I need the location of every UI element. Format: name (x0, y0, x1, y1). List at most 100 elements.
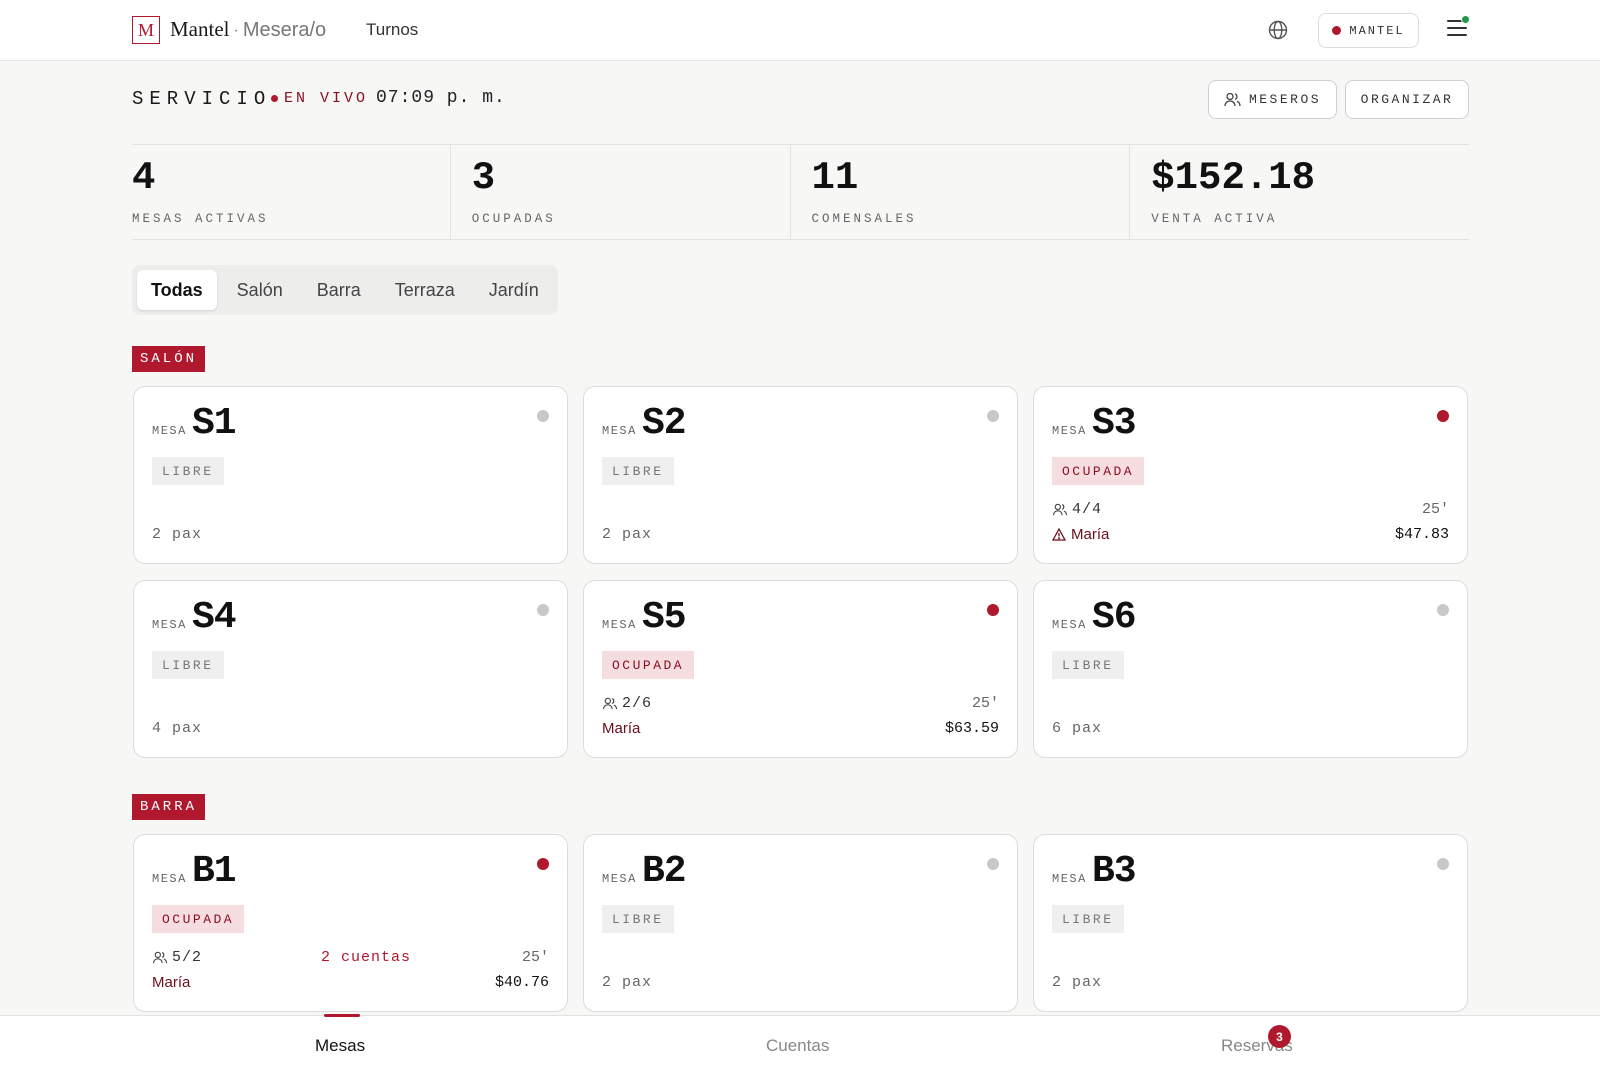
tab-barra[interactable]: Barra (303, 270, 375, 310)
status-badge: LIBRE (152, 651, 224, 679)
table-amount: $40.76 (494, 974, 549, 991)
status-dot (1437, 604, 1449, 616)
waiter: María (152, 974, 190, 991)
tab-jardin[interactable]: Jardín (475, 270, 553, 310)
active-tab-indicator (324, 1014, 360, 1017)
table-capacity: 2 pax (1052, 974, 1103, 991)
organizar-button[interactable]: ORGANIZAR (1345, 80, 1469, 119)
stat-value: 4 (132, 156, 156, 200)
zone-tabs: Todas Salón Barra Terraza Jardín (132, 265, 558, 315)
brand-name: Mantel (170, 17, 230, 41)
mesa-label: MESA (1052, 618, 1087, 632)
tab-terraza[interactable]: Terraza (381, 270, 469, 310)
table-id: S1 (192, 402, 237, 445)
table-card-s1[interactable]: MESA S1 LIBRE 2 pax (133, 386, 568, 564)
guests-icon (602, 697, 618, 710)
reservas-count-badge: 3 (1268, 1025, 1291, 1048)
top-bar: M Mantel · Mesera/o Turnos MANTEL (0, 0, 1600, 61)
table-amount: $47.83 (1394, 526, 1449, 543)
stat-mesas-activas: 4 MESAS ACTIVAS (132, 145, 451, 239)
mesa-label: MESA (152, 618, 187, 632)
elapsed-minutes: 25' (971, 695, 999, 712)
mesa-label: MESA (602, 872, 637, 886)
occupancy: 5/2 (152, 949, 202, 966)
waiter: María (602, 720, 640, 737)
status-badge: OCUPADA (602, 651, 695, 679)
status-badge: OCUPADA (152, 905, 245, 933)
globe-icon[interactable] (1268, 20, 1288, 40)
status-badge: OCUPADA (1052, 457, 1145, 485)
table-card-b2[interactable]: MESA B2 LIBRE 2 pax (583, 834, 1018, 1012)
occupancy-value: 4/4 (1072, 501, 1103, 518)
section-tag-barra: BARRA (132, 794, 206, 820)
brand-separator: · (233, 23, 239, 40)
stat-ocupadas: 3 OCUPADAS (451, 145, 791, 239)
meseros-button[interactable]: MESEROS (1208, 80, 1337, 119)
tab-salon[interactable]: Salón (223, 270, 297, 310)
table-amount: $63.59 (944, 720, 999, 737)
stat-label: VENTA ACTIVA (1151, 212, 1278, 226)
stat-value: $152.18 (1151, 156, 1316, 200)
table-id: S4 (192, 596, 237, 639)
stat-value: 3 (471, 156, 496, 200)
waiter-name: María (1071, 526, 1110, 543)
status-dot (987, 604, 999, 616)
bottom-nav-mesas[interactable]: Mesas (315, 1036, 365, 1056)
mantel-logo[interactable]: M (132, 16, 160, 44)
live-indicator: EN VIVO (271, 90, 368, 107)
table-id: S2 (642, 402, 687, 445)
tab-todas[interactable]: Todas (137, 270, 217, 310)
guests-icon (1052, 503, 1068, 516)
table-capacity: 2 pax (152, 526, 203, 543)
status-dot (1437, 858, 1449, 870)
table-card-s2[interactable]: MESA S2 LIBRE 2 pax (583, 386, 1018, 564)
table-card-b1[interactable]: MESA B1 OCUPADA 5/2 2 cuentas 25' María … (133, 834, 568, 1012)
live-label: EN VIVO (284, 90, 369, 107)
waiter-name: María (152, 974, 191, 991)
guests-icon (152, 951, 168, 964)
bottom-nav-cuentas[interactable]: Cuentas (766, 1036, 829, 1056)
status-badge: LIBRE (1052, 905, 1124, 933)
waiter-name: María (602, 720, 641, 737)
status-dot (1437, 410, 1449, 422)
table-id: S6 (1092, 596, 1137, 639)
table-id: B2 (642, 850, 687, 893)
stat-label: OCUPADAS (471, 212, 556, 226)
occupancy-value: 2/6 (622, 695, 653, 712)
table-card-s3[interactable]: MESA S3 OCUPADA 4/4 25' María $47.83 (1033, 386, 1468, 564)
status-badge: LIBRE (152, 457, 224, 485)
elapsed-minutes: 25' (521, 949, 549, 966)
live-dot (271, 95, 278, 102)
stat-label: COMENSALES (811, 212, 917, 226)
stat-comensales: 11 COMENSALES (791, 145, 1131, 239)
occupancy: 2/6 (602, 695, 652, 712)
table-id: S3 (1092, 402, 1137, 445)
status-badge: LIBRE (602, 457, 674, 485)
organizar-label: ORGANIZAR (1360, 92, 1454, 107)
table-card-b3[interactable]: MESA B3 LIBRE 2 pax (1033, 834, 1468, 1012)
meseros-label: MESEROS (1248, 92, 1322, 107)
split-bills-count: 2 cuentas (321, 949, 412, 966)
table-card-s4[interactable]: MESA S4 LIBRE 4 pax (133, 580, 568, 758)
stat-label: MESAS ACTIVAS (132, 212, 269, 226)
bottom-nav: Mesas Cuentas Reservas (0, 1014, 1600, 1075)
restaurant-selector-button[interactable]: MANTEL (1318, 13, 1419, 48)
waiter: María (1052, 526, 1109, 543)
online-indicator-dot (1461, 15, 1470, 24)
mesa-label: MESA (602, 424, 637, 438)
restaurant-status-dot (1332, 26, 1342, 35)
table-id: B1 (192, 850, 237, 893)
status-dot (987, 410, 999, 422)
table-card-s6[interactable]: MESA S6 LIBRE 6 pax (1033, 580, 1468, 758)
table-capacity: 2 pax (602, 526, 653, 543)
mesa-label: MESA (152, 424, 187, 438)
restaurant-selector-label: MANTEL (1349, 23, 1405, 38)
stat-value: 11 (811, 156, 859, 200)
warning-icon (1052, 528, 1066, 541)
status-dot (537, 410, 549, 422)
table-card-s5[interactable]: MESA S5 OCUPADA 2/6 25' María $63.59 (583, 580, 1018, 758)
elapsed-minutes: 25' (1421, 501, 1449, 518)
app-brand: Mantel · Mesera/o (170, 17, 326, 42)
nav-turnos-link[interactable]: Turnos (366, 20, 418, 40)
user-role: Mesera/o (242, 19, 327, 41)
